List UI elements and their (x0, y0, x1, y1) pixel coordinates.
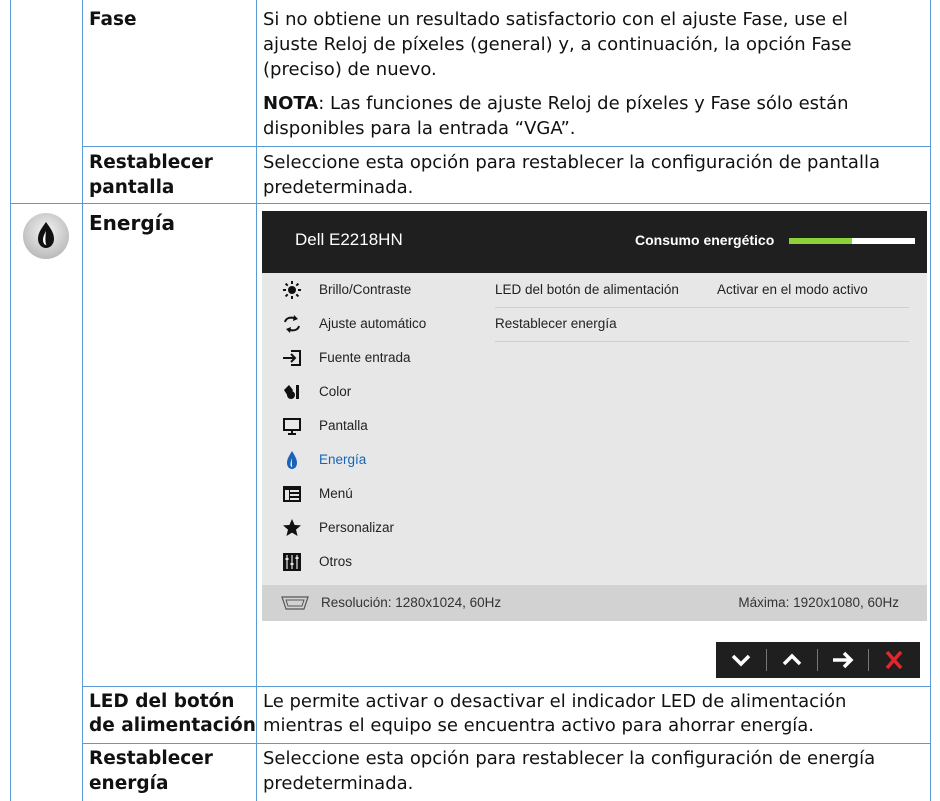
osd-menu-item-label: Fuente entrada (319, 350, 411, 365)
note-text: : Las funciones de ajuste Reloj de píxel… (318, 93, 849, 114)
down-arrow-icon (731, 654, 751, 667)
close-button[interactable] (869, 642, 919, 678)
row-desc-reset-display-line1: Seleccione esta opción para restablecer … (263, 152, 880, 173)
row-label-reset-display-line2: pantalla (89, 177, 175, 198)
up-button[interactable] (767, 642, 817, 678)
power-consumption-bar (789, 238, 915, 244)
right-arrow-icon (833, 651, 854, 669)
osd-submenu-item-led[interactable]: LED del botón de alimentación Activar en… (495, 273, 909, 308)
menu-icon (283, 486, 301, 502)
up-arrow-icon (782, 653, 802, 666)
monitor-icon (283, 418, 301, 435)
osd-header: Dell E2218HN Consumo energético (262, 211, 927, 273)
osd-menu-item-label: Otros (319, 554, 353, 569)
row-desc-fase-line3: (preciso) de nuevo. (263, 59, 437, 80)
note-label: NOTA (263, 93, 319, 114)
table-border-right (930, 0, 931, 801)
row-divider (82, 686, 931, 687)
row-label-reset-display-line1: Restablecer (89, 152, 213, 173)
sun-icon (283, 281, 301, 299)
row-desc-led-line2: mientras el equipo se encuentra activo p… (263, 715, 815, 736)
osd-menu-item-ajuste-automatico[interactable]: Ajuste automático (262, 307, 468, 341)
osd-menu-item-label: Ajuste automático (319, 316, 427, 331)
osd-submenu-label: LED del botón de alimentación (495, 282, 679, 297)
osd-submenu-label: Restablecer energía (495, 316, 617, 331)
osd-menu-item-color[interactable]: Color (262, 375, 468, 409)
osd-main-menu: Brillo/Contraste Ajuste automático Fuent… (262, 273, 468, 585)
osd-body: Brillo/Contraste Ajuste automático Fuent… (262, 273, 927, 585)
osd-max-resolution: Máxima: 1920x1080, 60Hz (738, 595, 899, 610)
osd-submenu: LED del botón de alimentación Activar en… (468, 273, 927, 585)
flame-drop-icon (23, 213, 69, 259)
osd-menu-item-label: Pantalla (319, 418, 368, 433)
osd-menu-item-energia[interactable]: Energía (262, 443, 468, 477)
osd-screenshot: Dell E2218HN Consumo energético Brillo/C… (262, 211, 927, 685)
table-border-left (10, 0, 11, 801)
row-desc-reset-energy-line2: predeterminada. (263, 773, 414, 794)
vga-connector-icon (281, 596, 309, 610)
osd-menu-item-label: Energía (319, 452, 367, 467)
table-border-label-col (82, 0, 83, 801)
osd-submenu-item-reset-energy[interactable]: Restablecer energía (495, 307, 909, 342)
row-divider (10, 203, 931, 204)
row-divider (82, 743, 931, 744)
osd-menu-item-brillo-contraste[interactable]: Brillo/Contraste (262, 273, 468, 307)
osd-submenu-value: Activar en el modo activo (717, 282, 868, 297)
row-desc-fase-line2: ajuste Reloj de píxeles (general) y, a c… (263, 34, 852, 55)
row-desc-led-line1: Le permite activar o desactivar el indic… (263, 691, 847, 712)
osd-menu-item-menu[interactable]: Menú (262, 477, 468, 511)
osd-button-bar (716, 642, 920, 678)
power-consumption-fill (789, 238, 852, 244)
auto-adjust-icon (284, 315, 300, 333)
osd-menu-item-label: Menú (319, 486, 353, 501)
osd-menu-item-label: Personalizar (319, 520, 395, 535)
note-line1: NOTA: Las funciones de ajuste Reloj de p… (263, 92, 849, 116)
enter-button[interactable] (818, 642, 868, 678)
table-border-desc-col (256, 0, 257, 801)
osd-power-label: Consumo energético (635, 232, 775, 248)
osd-menu-item-pantalla[interactable]: Pantalla (262, 409, 468, 443)
star-icon (283, 519, 301, 536)
down-button[interactable] (716, 642, 766, 678)
color-icon (284, 385, 299, 399)
osd-menu-item-personalizar[interactable]: Personalizar (262, 511, 468, 545)
osd-resolution: Resolución: 1280x1024, 60Hz (321, 595, 502, 610)
sliders-icon (283, 553, 301, 571)
row-desc-fase-line1: Si no obtiene un resultado satisfactorio… (263, 9, 848, 30)
input-source-icon (283, 350, 301, 366)
osd-menu-item-label: Color (319, 384, 352, 399)
osd-menu-item-fuente-entrada[interactable]: Fuente entrada (262, 341, 468, 375)
row-label-led-line2: de alimentación (89, 715, 256, 736)
osd-model-name: Dell E2218HN (295, 230, 403, 249)
energy-section-icon (22, 212, 70, 260)
row-label-energy: Energía (89, 211, 175, 235)
row-label-fase: Fase (89, 9, 137, 30)
osd-menu-item-otros[interactable]: Otros (262, 545, 468, 579)
row-desc-reset-display-line2: predeterminada. (263, 177, 414, 198)
note-line2: disponibles para la entrada “VGA”. (263, 118, 576, 139)
close-x-icon (885, 650, 903, 670)
osd-status-bar: Resolución: 1280x1024, 60Hz Máxima: 1920… (262, 585, 927, 621)
row-divider (82, 146, 931, 147)
row-label-reset-energy-line2: energía (89, 773, 169, 794)
row-label-reset-energy-line1: Restablecer (89, 748, 213, 769)
osd-menu-item-label: Brillo/Contraste (319, 282, 412, 297)
row-desc-reset-energy-line1: Seleccione esta opción para restablecer … (263, 748, 876, 769)
energy-icon (287, 451, 297, 469)
row-label-led-line1: LED del botón (89, 691, 235, 712)
